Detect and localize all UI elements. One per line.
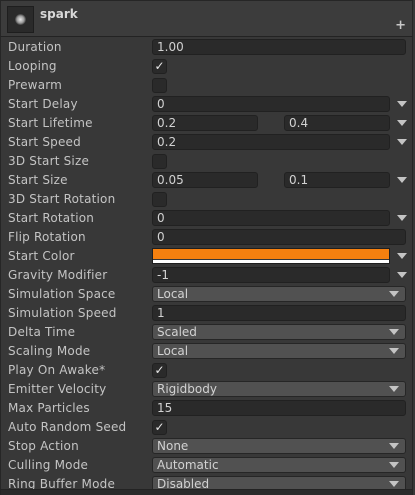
flip-rotation-field[interactable]: 0 xyxy=(152,229,406,245)
culling-mode-value: Automatic xyxy=(157,458,219,472)
3d-start-size-label: 3D Start Size xyxy=(8,154,90,168)
start-speed-label: Start Speed xyxy=(8,135,81,149)
emitter-velocity-dropdown[interactable]: Rigidbody xyxy=(152,381,406,397)
flip-rotation-label: Flip Rotation xyxy=(8,230,86,244)
gravity-modifier-label: Gravity Modifier xyxy=(8,268,108,282)
simulation-space-value: Local xyxy=(157,287,189,301)
start-speed-field[interactable]: 0.2 xyxy=(152,134,390,150)
row-max-particles: Max Particles 15 xyxy=(1,399,414,418)
row-scaling-mode: Scaling Mode Local xyxy=(1,342,414,361)
scaling-mode-value: Local xyxy=(157,344,189,358)
start-lifetime-min-field[interactable]: 0.2 xyxy=(152,115,258,131)
simulation-space-dropdown[interactable]: Local xyxy=(152,286,406,302)
emitter-velocity-value: Rigidbody xyxy=(157,382,217,396)
chevron-down-icon xyxy=(389,481,399,487)
module-title: spark xyxy=(40,7,78,21)
chevron-down-icon xyxy=(389,443,399,449)
auto-random-seed-checkbox[interactable]: ✓ xyxy=(152,420,167,435)
start-size-max-field[interactable]: 0.1 xyxy=(284,172,390,188)
prewarm-checkbox[interactable] xyxy=(152,78,167,93)
start-color-fill xyxy=(153,249,389,259)
start-color-swatch[interactable] xyxy=(152,248,390,264)
3d-start-rotation-checkbox[interactable] xyxy=(152,192,167,207)
start-lifetime-max-field[interactable]: 0.4 xyxy=(284,115,390,131)
gravity-modifier-mode-dropdown-icon[interactable] xyxy=(397,272,407,278)
stop-action-label: Stop Action xyxy=(8,439,79,453)
3d-start-size-checkbox[interactable] xyxy=(152,154,167,169)
start-size-mode-dropdown-icon[interactable] xyxy=(397,177,407,183)
row-looping: Looping ✓ xyxy=(1,57,414,76)
row-culling-mode: Culling Mode Automatic xyxy=(1,456,414,475)
prewarm-label: Prewarm xyxy=(8,78,63,92)
row-delta-time: Delta Time Scaled xyxy=(1,323,414,342)
simulation-space-label: Simulation Space xyxy=(8,287,116,301)
row-flip-rotation: Flip Rotation 0 xyxy=(1,228,414,247)
max-particles-label: Max Particles xyxy=(8,401,90,415)
duration-field[interactable]: 1.00 xyxy=(152,39,406,55)
scaling-mode-dropdown[interactable]: Local xyxy=(152,343,406,359)
row-play-on-awake: Play On Awake* ✓ xyxy=(1,361,414,380)
row-stop-action: Stop Action None xyxy=(1,437,414,456)
main-module-panel: Duration 1.00 Looping ✓ Prewarm Start De… xyxy=(0,37,414,492)
culling-mode-label: Culling Mode xyxy=(8,458,89,472)
row-start-rotation: Start Rotation 0 xyxy=(1,209,414,228)
row-gravity-modifier: Gravity Modifier -1 xyxy=(1,266,414,285)
row-start-speed: Start Speed 0.2 xyxy=(1,133,414,152)
row-duration: Duration 1.00 xyxy=(1,38,414,57)
start-delay-mode-dropdown-icon[interactable] xyxy=(397,101,407,107)
start-lifetime-label: Start Lifetime xyxy=(8,116,93,130)
stop-action-value: None xyxy=(157,439,189,453)
looping-label: Looping xyxy=(8,59,57,73)
gravity-modifier-field[interactable]: -1 xyxy=(152,267,390,283)
duration-label: Duration xyxy=(8,40,62,54)
row-3d-start-size: 3D Start Size xyxy=(1,152,414,171)
module-header[interactable]: spark + xyxy=(0,0,413,37)
plus-icon[interactable]: + xyxy=(395,19,406,32)
row-start-color: Start Color xyxy=(1,247,414,266)
scaling-mode-label: Scaling Mode xyxy=(8,344,91,358)
start-color-mode-dropdown-icon[interactable] xyxy=(397,253,407,259)
stop-action-dropdown[interactable]: None xyxy=(152,438,406,454)
row-auto-random-seed: Auto Random Seed ✓ xyxy=(1,418,414,437)
row-3d-start-rotation: 3D Start Rotation xyxy=(1,190,414,209)
row-prewarm: Prewarm xyxy=(1,76,414,95)
start-rotation-label: Start Rotation xyxy=(8,211,95,225)
row-start-delay: Start Delay 0 xyxy=(1,95,414,114)
looping-checkbox[interactable]: ✓ xyxy=(152,59,167,74)
start-color-label: Start Color xyxy=(8,249,75,263)
start-color-alpha-bar xyxy=(153,260,389,263)
simulation-speed-field[interactable]: 1 xyxy=(152,305,406,321)
chevron-down-icon xyxy=(389,291,399,297)
play-on-awake-checkbox[interactable]: ✓ xyxy=(152,363,167,378)
start-delay-label: Start Delay xyxy=(8,97,78,111)
play-on-awake-label: Play On Awake* xyxy=(8,363,106,377)
chevron-down-icon xyxy=(389,348,399,354)
chevron-down-icon xyxy=(389,329,399,335)
row-start-lifetime: Start Lifetime 0.2 0.4 xyxy=(1,114,414,133)
row-simulation-space: Simulation Space Local xyxy=(1,285,414,304)
particle-icon xyxy=(7,6,34,33)
start-speed-mode-dropdown-icon[interactable] xyxy=(397,139,407,145)
start-lifetime-mode-dropdown-icon[interactable] xyxy=(397,120,407,126)
row-emitter-velocity: Emitter Velocity Rigidbody xyxy=(1,380,414,399)
3d-start-rotation-label: 3D Start Rotation xyxy=(8,192,116,206)
delta-time-label: Delta Time xyxy=(8,325,76,339)
start-size-label: Start Size xyxy=(8,173,68,187)
row-simulation-speed: Simulation Speed 1 xyxy=(1,304,414,323)
emitter-velocity-label: Emitter Velocity xyxy=(8,382,107,396)
max-particles-field[interactable]: 15 xyxy=(152,400,406,416)
start-size-min-field[interactable]: 0.05 xyxy=(152,172,258,188)
chevron-down-icon xyxy=(389,462,399,468)
culling-mode-dropdown[interactable]: Automatic xyxy=(152,457,406,473)
start-rotation-field[interactable]: 0 xyxy=(152,210,390,226)
panel-bottom-edge xyxy=(0,489,413,495)
chevron-down-icon xyxy=(389,386,399,392)
start-delay-field[interactable]: 0 xyxy=(152,96,390,112)
row-start-size: Start Size 0.05 0.1 xyxy=(1,171,414,190)
delta-time-dropdown[interactable]: Scaled xyxy=(152,324,406,340)
simulation-speed-label: Simulation Speed xyxy=(8,306,117,320)
delta-time-value: Scaled xyxy=(157,325,197,339)
start-rotation-mode-dropdown-icon[interactable] xyxy=(397,215,407,221)
auto-random-seed-label: Auto Random Seed xyxy=(8,420,127,434)
